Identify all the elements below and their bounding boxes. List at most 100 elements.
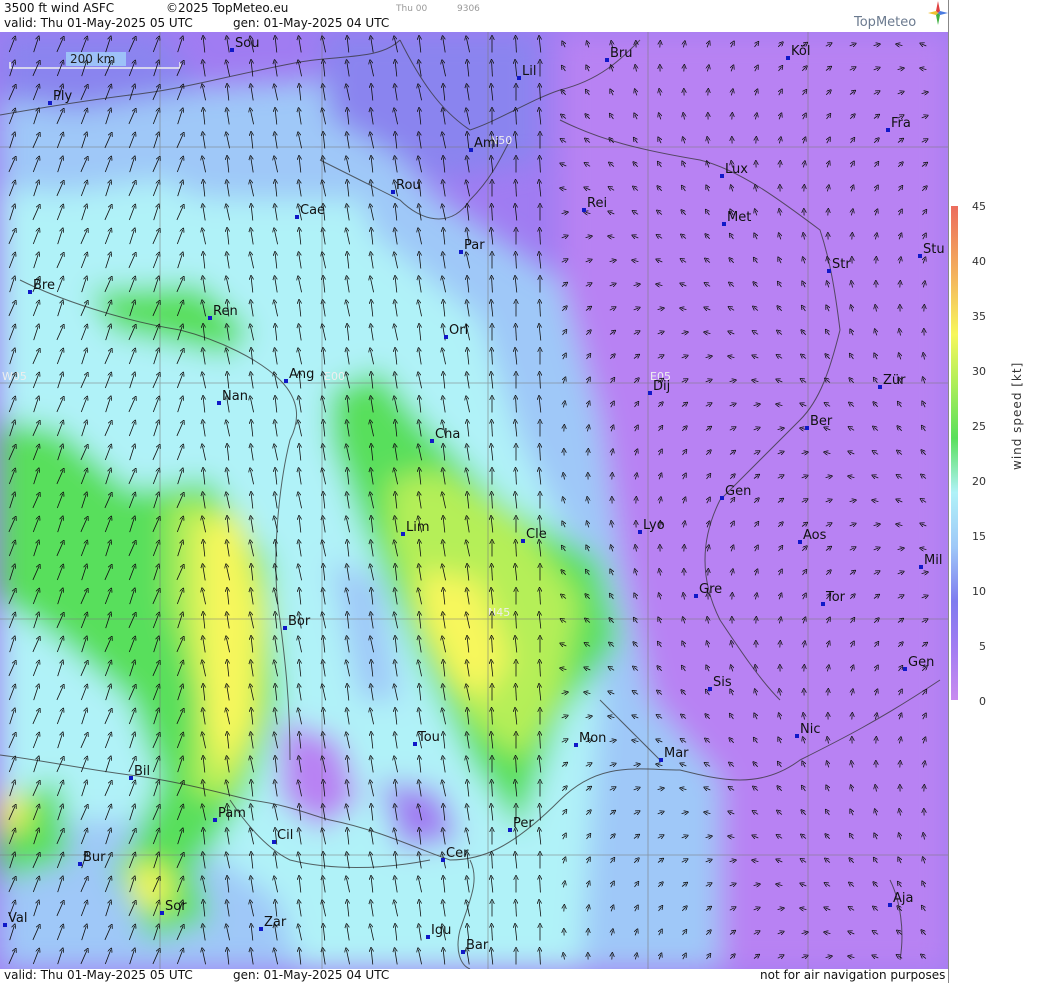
city-marker (28, 290, 32, 294)
topmeteo-logo[interactable]: TopMeteo (854, 1, 948, 31)
city-marker (213, 818, 217, 822)
city-marker (469, 148, 473, 152)
colorbar-title: wind speed [kt] (1010, 361, 1024, 470)
city-marker (521, 539, 525, 543)
city-marker (574, 743, 578, 747)
city-label: Tou (417, 730, 440, 745)
city-marker (795, 734, 799, 738)
city-marker (272, 840, 276, 844)
city-label: Met (727, 210, 751, 225)
scale-bar-label: 200 km (70, 52, 115, 66)
city-label: Gre (699, 582, 722, 597)
colorbar-tick: 20 (972, 475, 986, 488)
city-marker (720, 174, 724, 178)
city-marker (230, 48, 234, 52)
city-label: Cle (526, 527, 547, 542)
city-label: Fra (891, 116, 911, 131)
city-label: Zür (883, 373, 906, 388)
city-marker (903, 667, 907, 671)
run-label: Thu 00 (396, 4, 428, 14)
city-marker (48, 101, 52, 105)
city-marker (708, 687, 712, 691)
city-marker (217, 401, 221, 405)
city-label: Mil (924, 553, 942, 568)
city-marker (722, 222, 726, 226)
city-marker (805, 426, 809, 430)
city-label: Köl (791, 44, 810, 59)
colorbar (951, 206, 958, 700)
colorbar-tick: 5 (979, 640, 986, 653)
city-marker (638, 530, 642, 534)
colorbar-tick: 0 (979, 695, 986, 708)
grid-label-n45: N45 (488, 606, 510, 619)
wind-map[interactable]: N50 N45 W05 E00 E05 200 km SouBruKölLilP… (0, 32, 948, 969)
city-marker (444, 335, 448, 339)
city-marker (284, 379, 288, 383)
city-label: Rou (396, 178, 421, 193)
city-marker (694, 594, 698, 598)
colorbar-tick: 45 (972, 200, 986, 213)
colorbar-tick: 35 (972, 310, 986, 323)
city-label: Pam (218, 806, 246, 821)
footer-valid-time: valid: Thu 01-May-2025 05 UTC (4, 968, 193, 982)
city-marker (208, 316, 212, 320)
map-header: 3500 ft wind ASFC ©2025 TopMeteo.eu Thu … (0, 0, 948, 32)
city-label: Bur (83, 850, 106, 865)
city-marker (888, 903, 892, 907)
city-label: Gen (908, 655, 934, 670)
city-marker (259, 927, 263, 931)
city-label: Orl (449, 323, 468, 338)
city-marker (582, 208, 586, 212)
city-label: Ren (213, 304, 238, 319)
city-marker (517, 76, 521, 80)
city-label: Cer (446, 846, 469, 861)
city-marker (3, 923, 7, 927)
city-label: Bru (610, 46, 633, 61)
city-label: Bar (466, 938, 489, 953)
city-label: Par (464, 238, 485, 253)
city-label: Bor (288, 614, 311, 629)
city-marker (878, 385, 882, 389)
colorbar-tick: 15 (972, 530, 986, 543)
city-label: Cil (277, 828, 293, 843)
wind-speed-field (0, 32, 948, 969)
city-marker (459, 250, 463, 254)
city-marker (508, 828, 512, 832)
city-marker (605, 58, 609, 62)
city-marker (821, 602, 825, 606)
city-marker (798, 540, 802, 544)
city-label: Nan (222, 389, 248, 404)
brand-name: TopMeteo (854, 15, 917, 30)
map-footer: valid: Thu 01-May-2025 05 UTC gen: 01-Ma… (0, 968, 948, 983)
city-marker (461, 950, 465, 954)
city-label: Lyo (643, 518, 665, 533)
city-label: Ply (53, 89, 72, 104)
city-label: Mar (664, 746, 689, 761)
city-marker (786, 56, 790, 60)
city-label: Lux (725, 162, 748, 177)
city-label: Rei (587, 196, 607, 211)
city-marker (827, 269, 831, 273)
colorbar-tick: 40 (972, 255, 986, 268)
city-marker (659, 758, 663, 762)
city-marker (426, 935, 430, 939)
city-marker (283, 626, 287, 630)
run-code: 9306 (457, 4, 480, 14)
city-label: Gen (725, 484, 751, 499)
disclaimer: not for air navigation purposes (760, 968, 946, 982)
city-label: Sor (165, 899, 187, 914)
city-label: Mon (579, 731, 606, 746)
colorbar-tick: 10 (972, 585, 986, 598)
wind-field-svg[interactable]: N50 N45 W05 E00 E05 200 km SouBruKölLilP… (0, 32, 948, 969)
city-label: Tor (825, 590, 846, 605)
city-label: Dij (653, 379, 670, 394)
city-label: Stu (923, 242, 945, 257)
city-marker (720, 496, 724, 500)
city-marker (648, 391, 652, 395)
city-label: Val (8, 911, 27, 926)
city-label: Cae (300, 203, 325, 218)
city-label: Igu (431, 923, 451, 938)
city-marker (919, 565, 923, 569)
city-label: Lim (406, 520, 430, 535)
city-label: Ami (474, 136, 499, 151)
